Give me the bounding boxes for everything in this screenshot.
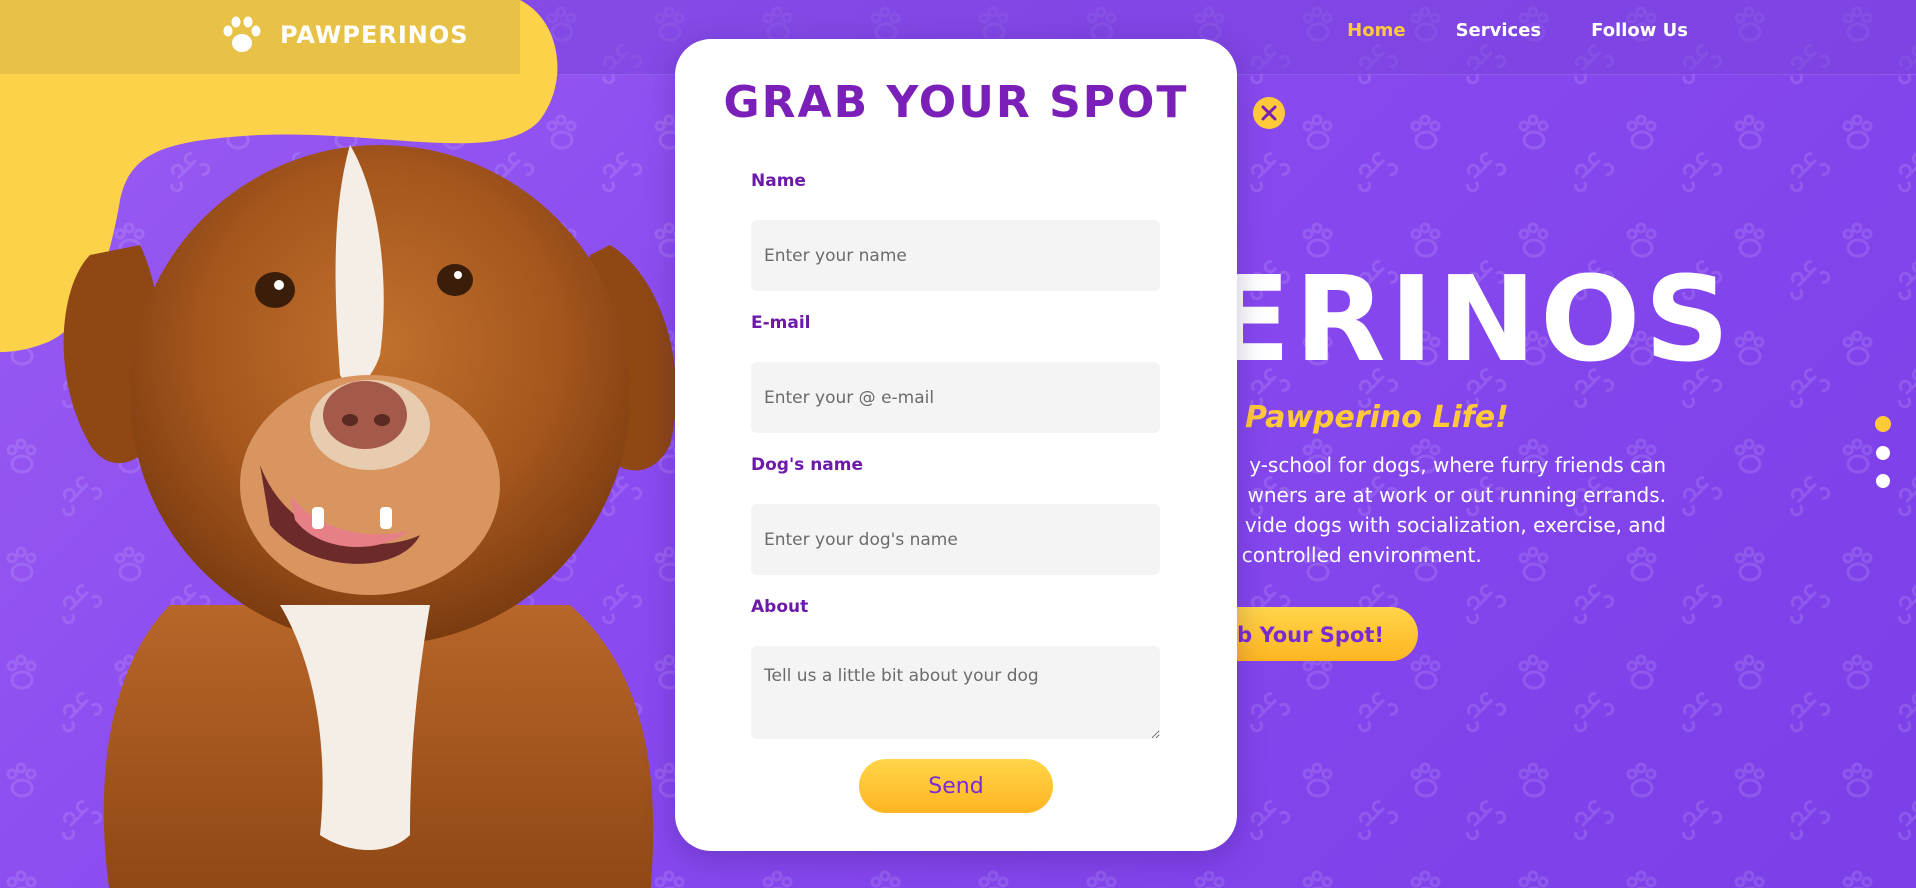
about-textarea[interactable] — [751, 646, 1160, 739]
email-input[interactable] — [751, 362, 1160, 433]
carousel-dot-3[interactable] — [1876, 474, 1890, 488]
send-button[interactable]: Send — [859, 759, 1053, 813]
name-input[interactable] — [751, 220, 1160, 291]
hero-title: ERINOS — [1210, 250, 1734, 388]
hero-description-line: wners are at work or out running errands… — [1247, 483, 1666, 507]
close-icon — [1261, 105, 1277, 121]
nav-services[interactable]: Services — [1456, 20, 1542, 41]
nav-follow-us[interactable]: Follow Us — [1591, 20, 1688, 41]
paw-icon — [223, 16, 261, 52]
name-label: Name — [751, 171, 806, 191]
carousel-dot-2[interactable] — [1876, 446, 1890, 460]
email-label: E-mail — [751, 313, 811, 333]
dog-name-input[interactable] — [751, 504, 1160, 575]
signup-modal: GRAB YOUR SPOT Name E-mail Dog's name Ab… — [675, 39, 1237, 851]
about-label: About — [751, 597, 809, 617]
brand-name: PAWPERINOS — [280, 21, 469, 49]
carousel-dot-1[interactable] — [1875, 416, 1891, 432]
modal-title: GRAB YOUR SPOT — [723, 77, 1189, 128]
dog-photo — [63, 145, 677, 888]
dog-name-label: Dog's name — [751, 455, 864, 475]
main-nav: Home Services Follow Us — [1347, 20, 1688, 41]
nav-home[interactable]: Home — [1347, 20, 1405, 41]
hero-subtitle: Pawperino Life! — [1245, 400, 1509, 435]
hero-description-line: nd controlled environment. — [1210, 543, 1482, 567]
brand-logo[interactable]: PAWPERINOS — [222, 14, 469, 56]
landing-page: PAWPERINOS Home Services Follow Us ERINO… — [0, 0, 1916, 888]
hero-description-line: y-school for dogs, where furry friends c… — [1249, 453, 1666, 477]
hero-description-line: vide dogs with socialization, exercise, … — [1244, 513, 1666, 537]
close-button[interactable] — [1253, 97, 1285, 129]
carousel-dots — [1875, 416, 1891, 488]
hero-description: y-school for dogs, where furry friends c… — [1210, 450, 1666, 570]
